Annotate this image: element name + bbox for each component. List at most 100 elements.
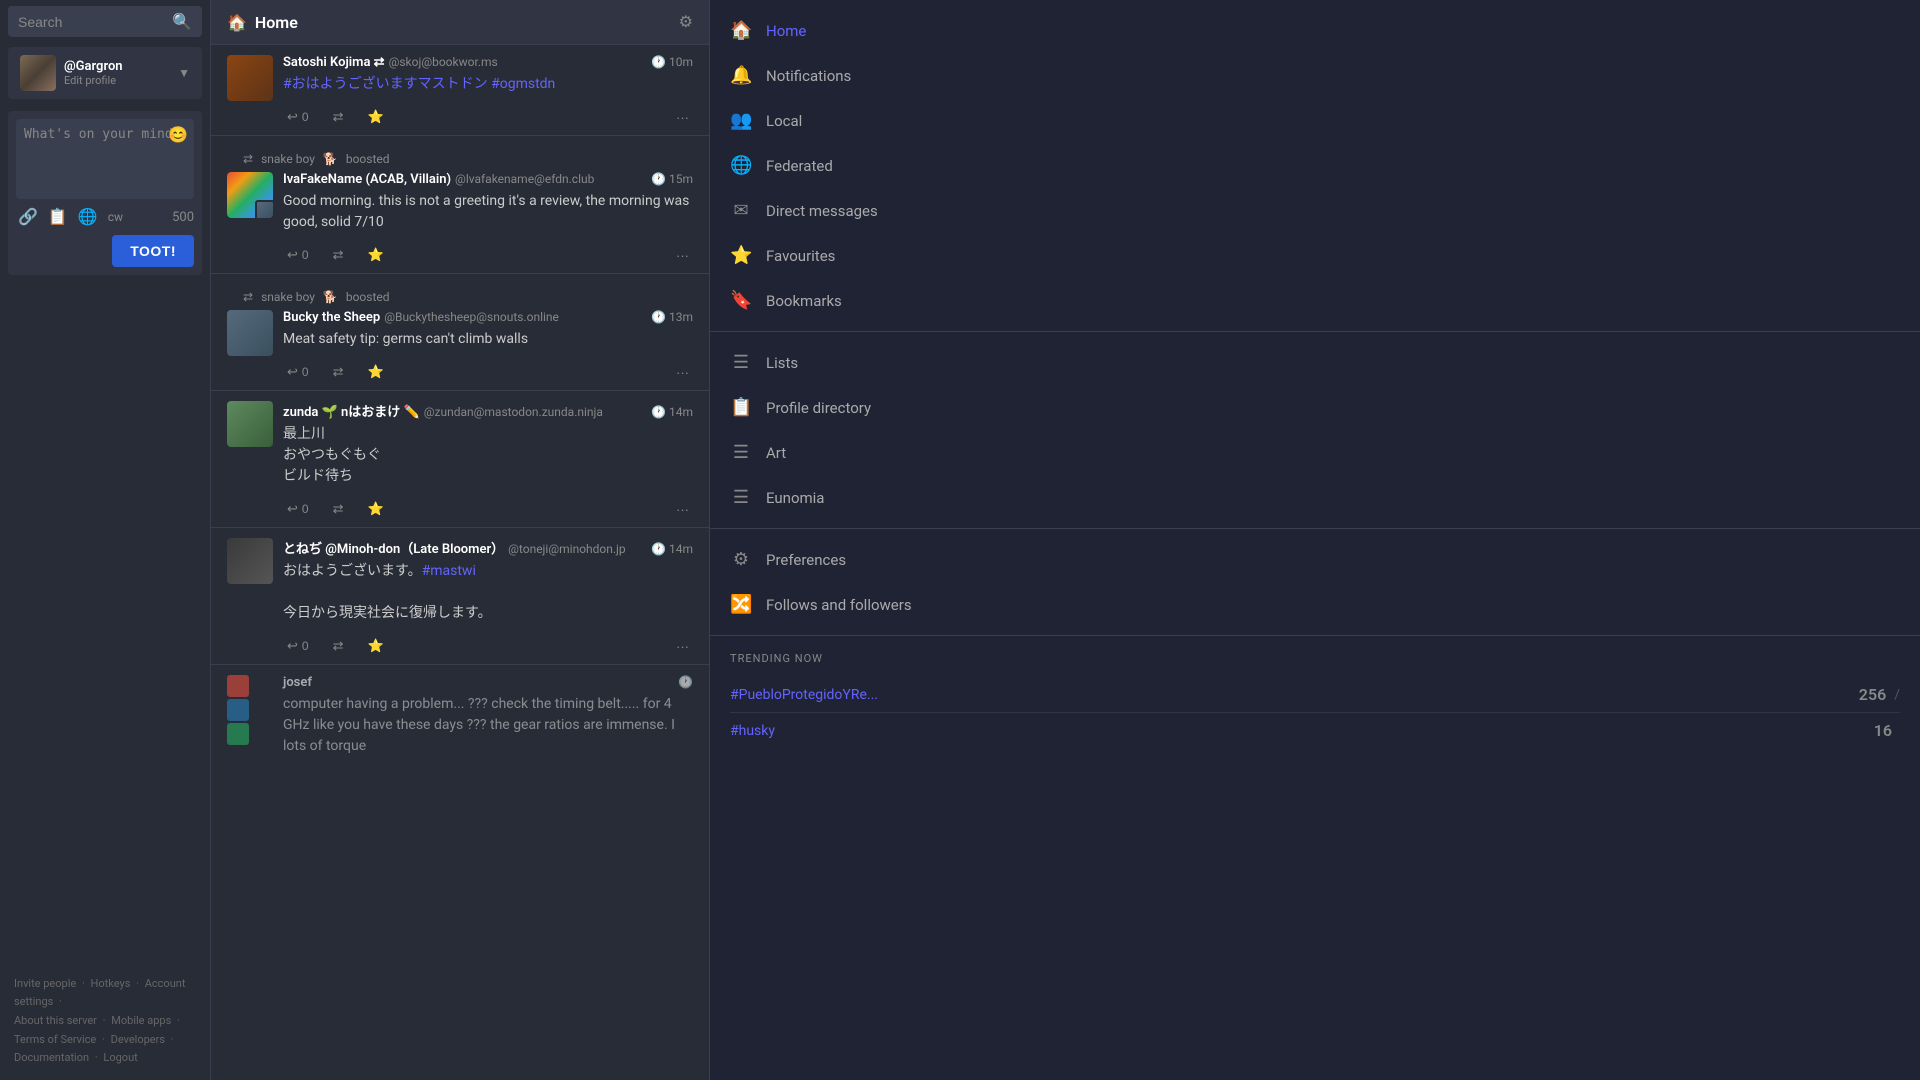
nav-item-notifications[interactable]: 🔔 Notifications <box>710 53 1920 98</box>
reply-button[interactable]: ↩ 0 <box>283 499 313 519</box>
compose-emoji-button[interactable]: 😊 <box>168 125 188 145</box>
nav-item-preferences[interactable]: ⚙ Preferences <box>710 537 1920 582</box>
post-header: Bucky the Sheep @Buckythesheep@snouts.on… <box>283 310 693 325</box>
favourite-button[interactable]: ⭐ <box>364 245 388 265</box>
trending-slash: / <box>1894 687 1900 703</box>
reply-button[interactable]: ↩ 0 <box>283 107 313 127</box>
boost-icon: ⇄ <box>243 152 253 166</box>
more-button[interactable]: ··· <box>672 637 693 656</box>
reply-button[interactable]: ↩ 0 <box>283 636 313 656</box>
nav-item-lists[interactable]: ☰ Lists <box>710 340 1920 385</box>
nav-label-art: Art <box>766 444 786 462</box>
compose-visibility-button[interactable]: 🌐 <box>76 205 100 229</box>
right-sidebar: 🏠 Home 🔔 Notifications 👥 Local 🌐 Federat… <box>710 0 1920 1080</box>
art-icon: ☰ <box>730 442 752 463</box>
post-header: とねぢ @Minoh-don（Late Bloomer） @toneji@min… <box>283 538 693 557</box>
post-item: josef 🕐 computer having a problem... ???… <box>211 665 709 757</box>
post-text: Meat safety tip: germs can't climb walls <box>283 329 693 350</box>
nav-item-federated[interactable]: 🌐 Federated <box>710 143 1920 188</box>
globe-icon: 🌐 <box>730 155 752 176</box>
home-icon: 🏠 <box>730 20 752 41</box>
feed-title: Home <box>255 13 679 32</box>
footer-links: Invite people · Hotkeys · Account settin… <box>0 963 210 1080</box>
compose-poll-button[interactable]: 📋 <box>46 205 70 229</box>
favourite-button[interactable]: ⭐ <box>364 636 388 656</box>
post-item: とねぢ @Minoh-don（Late Bloomer） @toneji@min… <box>211 528 709 665</box>
post-content-row: Bucky the Sheep @Buckythesheep@snouts.on… <box>227 310 693 390</box>
lists-section: ☰ Lists 📋 Profile directory ☰ Art ☰ Euno… <box>710 332 1920 529</box>
post-content-row: IvaFakeName (ACAB, Villain) @lvafakename… <box>227 172 693 273</box>
footer-docs-link[interactable]: Documentation <box>14 1051 89 1064</box>
more-button[interactable]: ··· <box>672 108 693 127</box>
compose-row-top: 😊 <box>16 119 194 199</box>
account-box[interactable]: @Gargron Edit profile ▼ <box>8 47 202 99</box>
nav-item-local[interactable]: 👥 Local <box>710 98 1920 143</box>
footer-logout-link[interactable]: Logout <box>103 1051 137 1064</box>
post-body: IvaFakeName (ACAB, Villain) @lvafakename… <box>283 172 693 273</box>
post-header: josef 🕐 <box>283 675 693 690</box>
account-edit-label: Edit profile <box>64 74 178 87</box>
nav-item-art[interactable]: ☰ Art <box>710 430 1920 475</box>
boost-button[interactable]: ⇄ <box>329 499 348 519</box>
post-text: 最上川おやつもぐもぐビルド待ち <box>283 424 693 487</box>
post-item: zunda 🌱 nはおまけ ✏️ @zundan@mastodon.zunda.… <box>211 391 709 528</box>
footer-developers-link[interactable]: Developers <box>111 1033 165 1046</box>
compose-area: 😊 🔗 📋 🌐 cw 500 TOOT! <box>8 111 202 275</box>
local-icon: 👥 <box>730 110 752 131</box>
footer-invite-link[interactable]: Invite people <box>14 977 76 990</box>
boost-button[interactable]: ⇄ <box>329 245 348 265</box>
post-time: 🕐 14m <box>651 405 693 419</box>
boost-dog-icon: 🐕 <box>323 152 338 166</box>
feed-settings-button[interactable]: ⚙ <box>679 12 693 32</box>
search-icon[interactable]: 🔍 <box>172 12 192 31</box>
boost-button[interactable]: ⇄ <box>329 107 348 127</box>
post-body: とねぢ @Minoh-don（Late Bloomer） @toneji@min… <box>283 538 693 664</box>
nav-item-home[interactable]: 🏠 Home <box>710 8 1920 53</box>
favourite-button[interactable]: ⭐ <box>364 499 388 519</box>
nav-label-lists: Lists <box>766 354 798 372</box>
compose-attachment-button[interactable]: 🔗 <box>16 205 40 229</box>
favourite-button[interactable]: ⭐ <box>364 362 388 382</box>
post-author: zunda 🌱 nはおまけ ✏️ <box>283 401 420 420</box>
post-time: 🕐 <box>678 675 693 689</box>
more-button[interactable]: ··· <box>672 363 693 382</box>
boost-button[interactable]: ⇄ <box>329 362 348 382</box>
nav-item-follows-followers[interactable]: 🔀 Follows and followers <box>710 582 1920 627</box>
nav-item-profile-directory[interactable]: 📋 Profile directory <box>710 385 1920 430</box>
search-input[interactable] <box>18 14 172 30</box>
toot-button[interactable]: TOOT! <box>112 235 194 267</box>
post-author: Satoshi Kojima ⇄ <box>283 55 385 70</box>
nav-item-direct-messages[interactable]: ✉ Direct messages <box>710 188 1920 233</box>
post-body: Satoshi Kojima ⇄ @skoj@bookwor.ms 🕐 10m … <box>283 55 693 135</box>
nav-item-bookmarks[interactable]: 🔖 Bookmarks <box>710 278 1920 323</box>
post-header: Satoshi Kojima ⇄ @skoj@bookwor.ms 🕐 10m <box>283 55 693 70</box>
post-avatars-group <box>227 675 273 757</box>
footer-about-link[interactable]: About this server <box>14 1014 97 1027</box>
more-button[interactable]: ··· <box>672 246 693 265</box>
trending-item[interactable]: #husky 16 <box>730 713 1900 748</box>
post-actions: ↩ 0 ⇄ ⭐ ··· <box>283 491 693 527</box>
boost-row: ⇄ snake boy 🐕 boosted <box>227 284 693 304</box>
post-item: ⇄ snake boy 🐕 boosted Bucky the Sheep @B… <box>211 274 709 391</box>
footer-mobile-link[interactable]: Mobile apps <box>111 1014 171 1027</box>
reply-button[interactable]: ↩ 0 <box>283 245 313 265</box>
main-feed: 🏠 Home ⚙ Satoshi Kojima ⇄ @skoj@bookwor.… <box>210 0 710 1080</box>
envelope-icon: ✉ <box>730 200 752 221</box>
search-bar[interactable]: 🔍 <box>8 6 202 37</box>
footer-tos-link[interactable]: Terms of Service <box>14 1033 96 1046</box>
post-time: 🕐 10m <box>651 55 693 69</box>
trending-item[interactable]: #PuebloProtegidoYRe... 256 / <box>730 677 1900 713</box>
boost-row: ⇄ snake boy 🐕 boosted <box>227 146 693 166</box>
reply-button[interactable]: ↩ 0 <box>283 362 313 382</box>
more-button[interactable]: ··· <box>672 500 693 519</box>
nav-item-eunomia[interactable]: ☰ Eunomia <box>710 475 1920 520</box>
gear-icon: ⚙ <box>730 549 752 570</box>
footer-hotkeys-link[interactable]: Hotkeys <box>91 977 131 990</box>
nav-item-favourites[interactable]: ⭐ Favourites <box>710 233 1920 278</box>
nav-label-bookmarks: Bookmarks <box>766 292 842 310</box>
favourite-button[interactable]: ⭐ <box>364 107 388 127</box>
compose-cw-button[interactable]: cw <box>108 210 123 224</box>
post-body: josef 🕐 computer having a problem... ???… <box>283 675 693 757</box>
boost-button[interactable]: ⇄ <box>329 636 348 656</box>
left-sidebar: 🔍 @Gargron Edit profile ▼ 😊 🔗 📋 🌐 cw 500… <box>0 0 210 1080</box>
